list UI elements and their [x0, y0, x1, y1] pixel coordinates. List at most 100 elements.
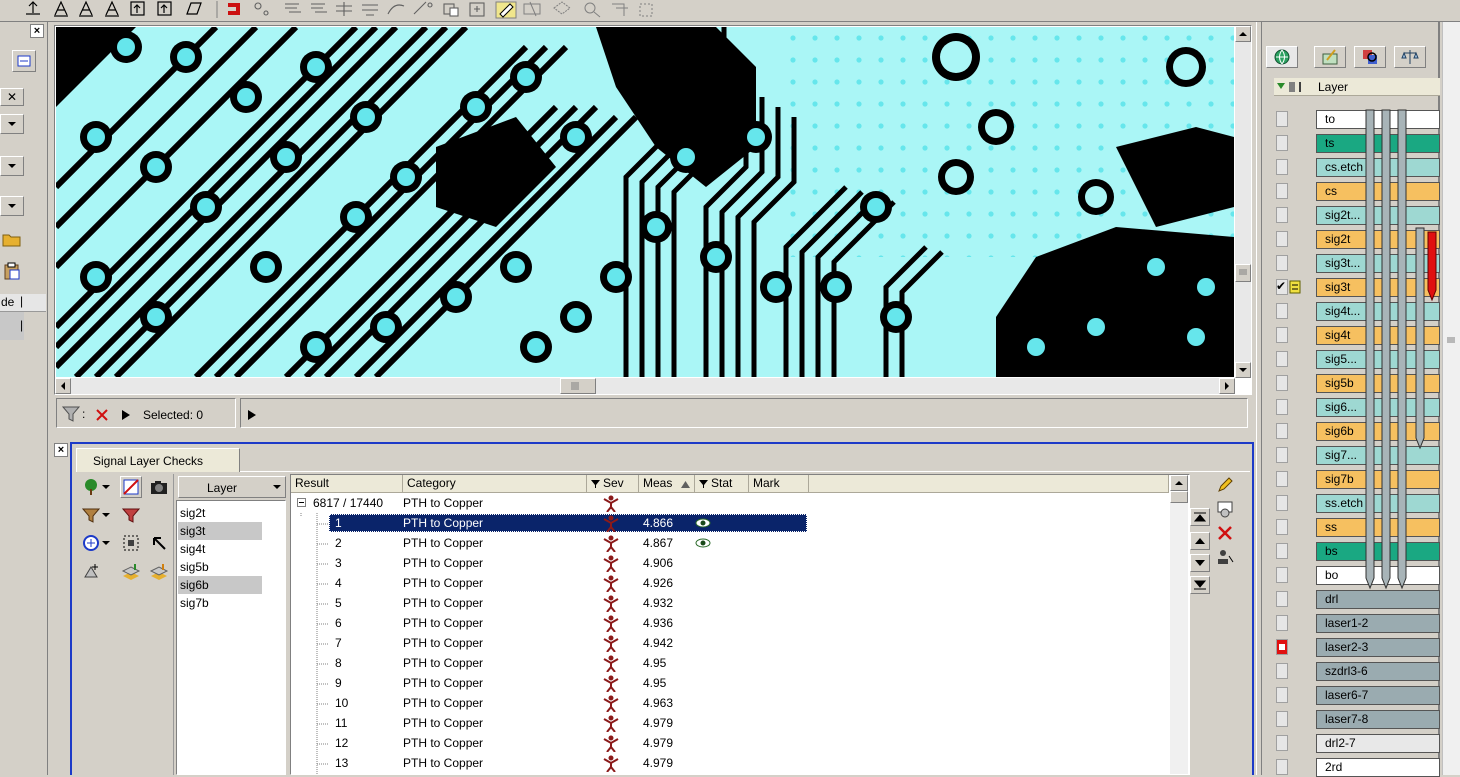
layer-visibility-toggle[interactable]: [1276, 207, 1288, 223]
tab-balance[interactable]: [1394, 46, 1426, 68]
next-result-button[interactable]: [1190, 554, 1210, 572]
assign-result-button[interactable]: [1214, 546, 1236, 568]
previous-result-button[interactable]: [1190, 532, 1210, 550]
layer-visibility-toggle[interactable]: [1276, 135, 1288, 151]
layer-visibility-toggle[interactable]: [1276, 327, 1288, 343]
layer-visibility-toggle[interactable]: [1276, 711, 1288, 727]
scroll-right-button[interactable]: [1219, 378, 1235, 394]
waive-result-button[interactable]: [1214, 498, 1236, 520]
layer-up-button[interactable]: [120, 560, 142, 582]
filter-mini-icon[interactable]: [591, 480, 600, 488]
layer-visibility-toggle[interactable]: [1276, 687, 1288, 703]
layer-row[interactable]: laser7-8: [1316, 710, 1440, 729]
col-result[interactable]: Result: [291, 475, 403, 493]
group-row[interactable]: 6817 / 17440 PTH to Copper: [291, 493, 1171, 513]
table-row[interactable]: 3 PTH to Copper 4.906: [291, 553, 1171, 573]
layer-visibility-toggle[interactable]: [1276, 303, 1288, 319]
layer-visibility-toggle[interactable]: [1276, 183, 1288, 199]
layer-scroll-grip[interactable]: [1445, 334, 1457, 344]
layer-visibility-toggle[interactable]: [1276, 231, 1288, 247]
layer-visibility-toggle[interactable]: [1276, 399, 1288, 415]
layer-row[interactable]: laser1-2: [1316, 614, 1440, 633]
table-row[interactable]: 9 PTH to Copper 4.95: [291, 673, 1171, 693]
horizontal-scroll-thumb[interactable]: [560, 378, 596, 394]
tab-search[interactable]: [1354, 46, 1386, 68]
layer-visibility-toggle[interactable]: [1276, 615, 1288, 631]
layer-visibility-toggle[interactable]: [1276, 663, 1288, 679]
table-row[interactable]: 12 PTH to Copper 4.979: [291, 733, 1171, 753]
layer-map-button[interactable]: [120, 476, 142, 498]
left-dropdown-3[interactable]: [0, 196, 24, 216]
select-area-button[interactable]: [120, 532, 142, 554]
first-result-button[interactable]: [1190, 508, 1210, 526]
tab-properties[interactable]: [1314, 46, 1346, 68]
vertical-scroll-thumb[interactable]: [1235, 264, 1251, 282]
results-scrollbar[interactable]: [1170, 475, 1188, 774]
table-row[interactable]: 11 PTH to Copper 4.979: [291, 713, 1171, 733]
results-scroll-thumb[interactable]: [1170, 491, 1188, 503]
zoom-dropdown[interactable]: [100, 532, 112, 554]
visibility-header-icons[interactable]: [1276, 80, 1306, 94]
layer-visibility-toggle[interactable]: [1276, 543, 1288, 559]
list-item[interactable]: sig2t: [178, 504, 262, 522]
table-row[interactable]: 5 PTH to Copper 4.932: [291, 593, 1171, 613]
table-row[interactable]: 2 PTH to Copper 4.867: [291, 533, 1171, 553]
funnel-icon[interactable]: [61, 404, 81, 424]
open-folder-button[interactable]: [0, 228, 24, 250]
layer-down-button[interactable]: [148, 560, 170, 582]
table-row[interactable]: 13 PTH to Copper 4.979: [291, 753, 1171, 773]
last-result-button[interactable]: [1190, 576, 1210, 594]
paste-button[interactable]: [0, 260, 24, 282]
layer-visibility-toggle[interactable]: [1276, 591, 1288, 607]
layer-visibility-toggle[interactable]: [1276, 375, 1288, 391]
layer-visibility-toggle[interactable]: [1276, 519, 1288, 535]
tab-signal-layer-checks[interactable]: Signal Layer Checks: [76, 448, 240, 472]
tab-layers[interactable]: [1266, 46, 1298, 68]
window-layout-button[interactable]: [12, 50, 36, 72]
red-x-icon[interactable]: [95, 408, 109, 422]
canvas-vertical-scrollbar[interactable]: [1235, 26, 1251, 378]
zoom-button[interactable]: [80, 532, 102, 554]
table-row[interactable]: 4 PTH to Copper 4.926: [291, 573, 1171, 593]
add-check-button[interactable]: [80, 560, 102, 582]
clear-filter-button[interactable]: [120, 504, 142, 526]
col-mark[interactable]: Mark: [749, 475, 809, 493]
layer-row[interactable]: szdrl3-6: [1316, 662, 1440, 681]
layer-visibility-toggle[interactable]: [1276, 447, 1288, 463]
left-close-small-button[interactable]: ✕: [0, 88, 24, 106]
layer-visibility-toggle[interactable]: [1276, 423, 1288, 439]
sort-ascending-icon[interactable]: [681, 481, 690, 488]
left-dropdown-2[interactable]: [0, 156, 24, 176]
layer-visibility-toggle[interactable]: [1276, 567, 1288, 583]
table-row[interactable]: 8 PTH to Copper 4.95: [291, 653, 1171, 673]
pcb-canvas[interactable]: [56, 27, 1234, 377]
play-arrow-icon[interactable]: [121, 410, 131, 420]
layer-visibility-toggle[interactable]: [1276, 759, 1288, 775]
layer-row[interactable]: laser2-3: [1316, 638, 1440, 657]
filter-button[interactable]: [80, 504, 102, 526]
list-item[interactable]: sig7b: [178, 594, 262, 612]
pointer-button[interactable]: [148, 532, 170, 554]
layer-visibility-toggle[interactable]: [1276, 351, 1288, 367]
filter-mini-icon[interactable]: [699, 480, 708, 488]
layer-row[interactable]: laser6-7: [1316, 686, 1440, 705]
list-item[interactable]: sig6b: [178, 576, 262, 594]
table-row[interactable]: 1 PTH to Copper 4.866: [291, 513, 1171, 533]
results-scroll-up[interactable]: [1170, 475, 1188, 491]
layer-visibility-toggle[interactable]: [1276, 255, 1288, 271]
col-category[interactable]: Category: [403, 475, 587, 493]
tree-view-button[interactable]: [80, 476, 102, 498]
layer-visibility-toggle[interactable]: [1276, 735, 1288, 751]
eye-icon[interactable]: [695, 537, 711, 549]
table-row[interactable]: 7 PTH to Copper 4.942: [291, 633, 1171, 653]
layer-row[interactable]: drl2-7: [1316, 734, 1440, 753]
filter-dropdown[interactable]: [100, 504, 112, 526]
table-row[interactable]: 6 PTH to Copper 4.936: [291, 613, 1171, 633]
scroll-down-button[interactable]: [1235, 362, 1251, 378]
edit-result-button[interactable]: [1214, 474, 1236, 496]
layer-visibility-toggle[interactable]: [1276, 159, 1288, 175]
checks-panel-close-button[interactable]: ×: [54, 443, 68, 457]
table-row[interactable]: 10 PTH to Copper 4.963: [291, 693, 1171, 713]
list-item[interactable]: sig3t: [178, 522, 262, 540]
canvas-horizontal-scrollbar[interactable]: [55, 378, 1235, 394]
